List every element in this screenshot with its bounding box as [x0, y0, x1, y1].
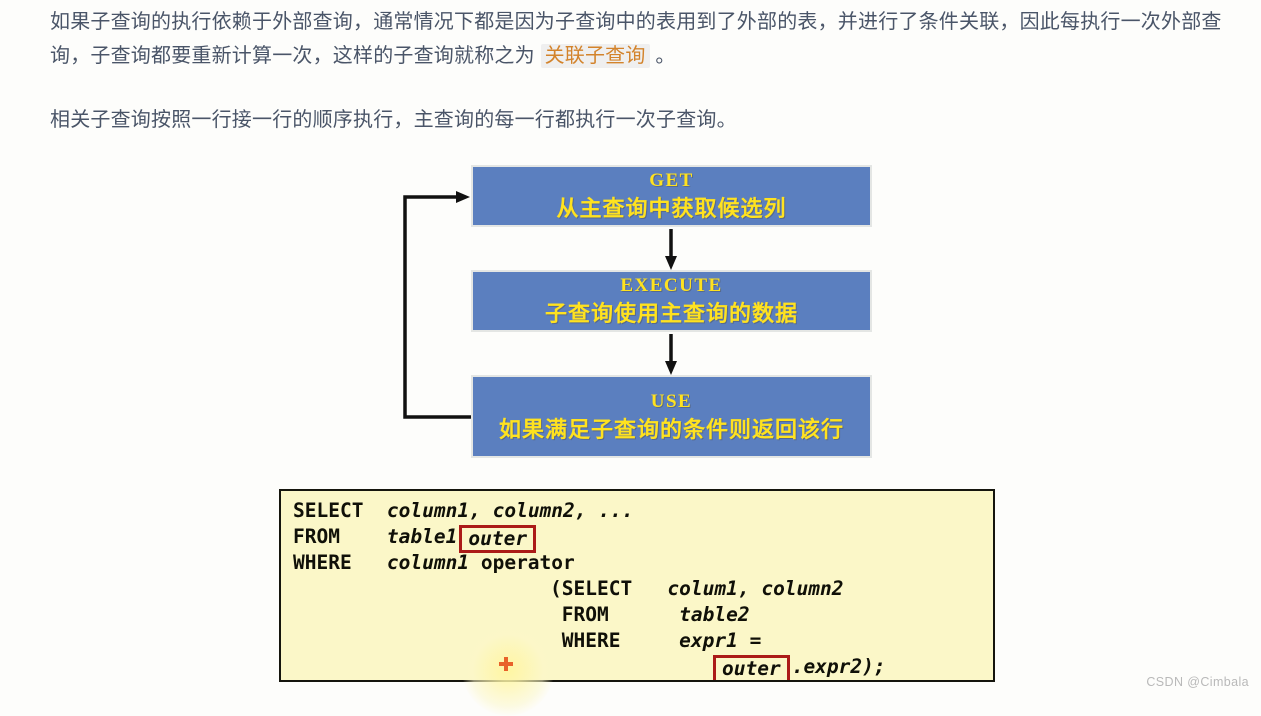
code-keyword-subfrom: FROM: [550, 603, 609, 626]
code-keyword-subselect: (SELECT: [550, 577, 633, 600]
arrowhead-feedback-loop: [456, 191, 470, 203]
flow-step-get-keyword: GET: [649, 170, 694, 191]
code-highlight-outer-alias: outer: [459, 525, 537, 553]
flow-step-use-keyword: USE: [650, 390, 693, 412]
code-keyword-subwhere: WHERE: [550, 629, 621, 652]
flow-step-get: GET 从主查询中获取候选列: [471, 165, 872, 227]
code-keyword-operator: operator: [469, 551, 575, 574]
code-line-7: outer .expr2);: [711, 654, 886, 680]
flow-step-get-description: 从主查询中获取候选列: [556, 196, 787, 221]
code-identifier-columns: column1, column2, ...: [363, 499, 634, 522]
paragraph-definition: 如果子查询的执行依赖于外部查询，通常情况下都是因为子查询中的表用到了外部的表，并…: [50, 5, 1225, 73]
feedback-loop-use-to-get: [403, 195, 471, 419]
code-identifier-expr2: .expr2);: [791, 655, 886, 678]
code-line-6: WHERE expr1 =: [550, 628, 762, 654]
code-identifier-expr1: expr1 =: [620, 629, 762, 652]
code-line-5: FROM table2: [550, 602, 750, 628]
arrowhead-execute-to-use: [665, 361, 677, 375]
code-line-3: WHERE column1 operator: [293, 550, 575, 576]
flow-step-execute-description: 子查询使用主查询的数据: [544, 301, 798, 326]
csdn-watermark: CSDN @Cimbala: [1146, 675, 1249, 689]
code-identifier-column1: column1: [351, 551, 470, 574]
flow-step-execute-keyword: EXECUTE: [620, 275, 723, 296]
code-highlight-outer-reference: outer: [713, 655, 790, 680]
code-keyword-from: FROM: [293, 525, 340, 548]
code-identifier-subcolumns: colum1, column2: [632, 577, 844, 600]
flow-step-execute: EXECUTE 子查询使用主查询的数据: [471, 270, 872, 332]
code-keyword-where: WHERE: [293, 551, 352, 574]
code-line-1: SELECT column1, column2, ...: [293, 498, 633, 524]
flow-step-use-description: 如果满足子查询的条件则返回该行: [498, 416, 844, 442]
paragraph-1-text-after: 。: [649, 45, 676, 67]
code-identifier-table1: table1: [339, 525, 458, 548]
paragraph-execution-order: 相关子查询按照一行接一行的顺序执行，主查询的每一行都执行一次子查询。: [50, 109, 737, 131]
sql-code-block: SELECT column1, column2, ... FROM table1…: [279, 489, 995, 682]
code-line-2: FROM table1 outer: [293, 524, 538, 553]
highlighted-term-correlated-subquery: 关联子查询: [540, 44, 650, 68]
code-line-4: (SELECT colum1, column2: [550, 576, 844, 602]
flow-step-use: USE 如果满足子查询的条件则返回该行: [471, 375, 872, 458]
arrowhead-get-to-execute: [665, 256, 677, 270]
code-identifier-table2: table2: [608, 603, 750, 626]
code-keyword-select: SELECT: [293, 499, 364, 522]
